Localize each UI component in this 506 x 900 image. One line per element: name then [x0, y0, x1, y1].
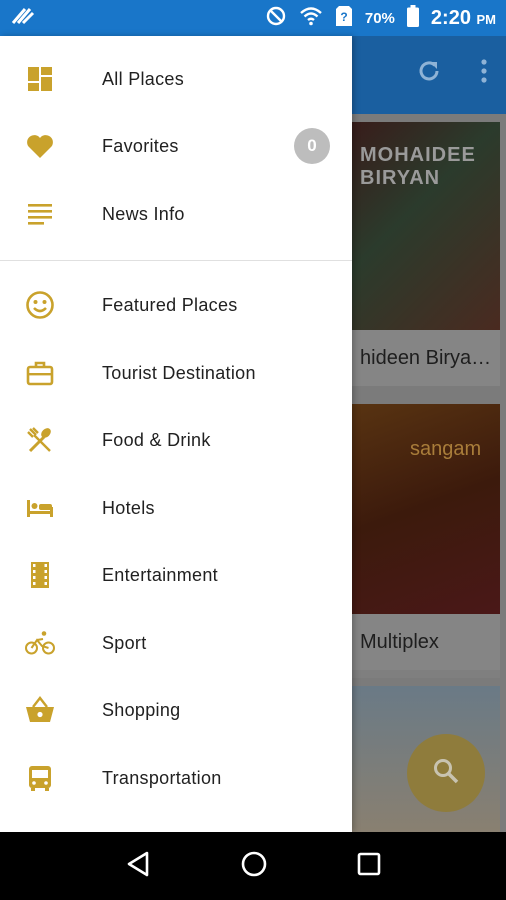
bicycle-icon — [22, 625, 58, 661]
place-title: Multiplex — [330, 614, 500, 670]
smiley-icon — [22, 287, 58, 323]
drawer-item-label: Shopping — [102, 699, 181, 720]
home-icon[interactable] — [240, 850, 268, 883]
dashboard-icon — [22, 61, 58, 97]
sim-unknown-icon: ? — [335, 5, 353, 32]
bed-icon — [22, 490, 58, 526]
drawer-divider — [0, 260, 352, 261]
list-icon — [22, 196, 58, 232]
drawer-item-all-places[interactable]: All Places — [0, 47, 352, 111]
drawer-item-label: Food & Drink — [102, 429, 211, 450]
overflow-menu-icon[interactable] — [480, 58, 488, 91]
drawer-item-transportation[interactable]: Transportation — [0, 746, 352, 810]
refresh-icon[interactable] — [416, 58, 442, 91]
do-not-disturb-icon — [265, 5, 287, 32]
battery-percent: 70% — [364, 9, 395, 27]
drawer-item-label: Transportation — [102, 767, 222, 788]
clock: 2:20 PM — [431, 7, 496, 30]
system-navigation-bar — [0, 832, 506, 900]
drawer-item-label: Featured Places — [102, 294, 238, 315]
drawer-item-news-info[interactable]: News Info — [0, 182, 352, 246]
svg-text:?: ? — [340, 10, 347, 24]
drawer-item-featured-places[interactable]: Featured Places — [0, 273, 352, 337]
clock-ampm: PM — [476, 11, 497, 27]
status-bar: ? 70% 2:20 PM — [0, 0, 506, 36]
battery-icon — [406, 4, 419, 32]
search-icon — [432, 757, 460, 790]
drawer-item-tourist-destination[interactable]: Tourist Destination — [0, 341, 352, 405]
recents-icon[interactable] — [357, 852, 381, 881]
favorites-count-badge: 0 — [294, 128, 330, 164]
place-image-text: MOHAIDEE BIRYAN — [360, 144, 476, 189]
place-title: hideen Birya… — [330, 330, 500, 386]
briefcase-icon — [22, 355, 58, 391]
drawer-item-shopping[interactable]: Shopping — [0, 678, 352, 742]
wifi-icon — [299, 6, 323, 31]
drawer-item-label: Entertainment — [102, 564, 218, 585]
bus-icon — [22, 760, 58, 796]
place-card[interactable]: MOHAIDEE BIRYAN hideen Birya… — [330, 122, 500, 386]
drawer-item-label: Tourist Destination — [102, 362, 256, 383]
drawer-item-favorites[interactable]: Favorites 0 — [0, 114, 352, 178]
drawer-item-label: All Places — [102, 68, 185, 89]
clock-time: 2:20 — [430, 6, 471, 29]
utensils-icon — [22, 422, 58, 458]
basket-icon — [22, 692, 58, 728]
drawer-item-label: Hotels — [102, 497, 155, 518]
film-icon — [22, 557, 58, 593]
drawer-item-label: News Info — [102, 203, 185, 224]
notification-icon — [10, 5, 36, 32]
back-icon[interactable] — [125, 850, 151, 883]
drawer-item-label: Sport — [102, 632, 147, 653]
heart-icon — [22, 128, 58, 164]
place-image: MOHAIDEE BIRYAN — [330, 122, 500, 330]
navigation-drawer: All Places Favorites 0 News Info Feature… — [0, 36, 352, 832]
drawer-item-food-drink[interactable]: Food & Drink — [0, 408, 352, 472]
place-image-text: sangam — [410, 438, 482, 460]
search-fab[interactable] — [407, 734, 485, 812]
drawer-item-hotels[interactable]: Hotels — [0, 476, 352, 540]
place-card[interactable]: sangam Multiplex — [330, 404, 500, 678]
place-image: sangam — [330, 404, 500, 614]
drawer-item-sport[interactable]: Sport — [0, 611, 352, 675]
drawer-item-label: Favorites — [102, 135, 179, 156]
drawer-item-entertainment[interactable]: Entertainment — [0, 543, 352, 607]
